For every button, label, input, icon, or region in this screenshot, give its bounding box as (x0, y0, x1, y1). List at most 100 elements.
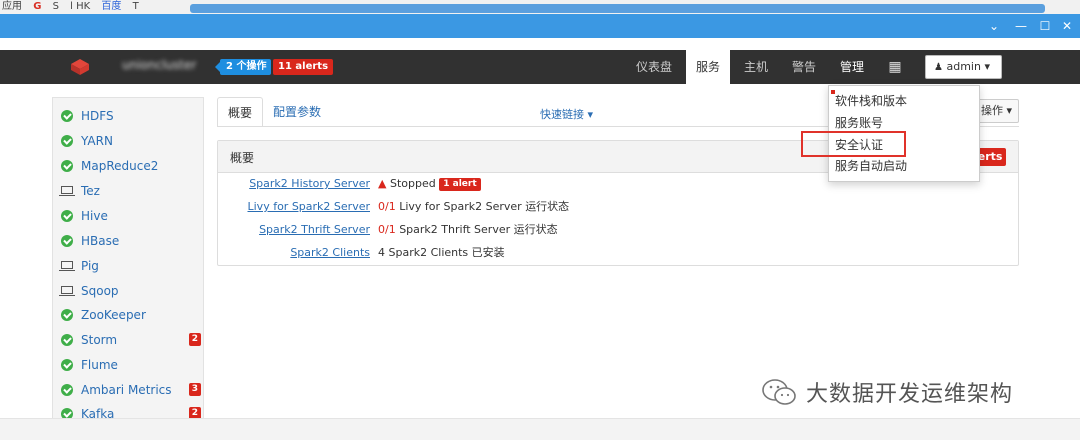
alert-count-badge[interactable]: 3 (188, 383, 201, 396)
apps-grid-icon[interactable]: ▦ (882, 50, 908, 84)
status-ok-icon (61, 384, 73, 396)
status-ok-icon (61, 359, 73, 371)
menu-item-stack-versions[interactable]: 软件栈和版本 (835, 91, 975, 111)
component-link[interactable]: Spark2 Thrift Server (259, 222, 370, 238)
quick-links-label: 快速链接 (540, 108, 584, 121)
sidebar-item-yarn[interactable]: YARN (53, 131, 203, 153)
component-link[interactable]: Spark2 History Server (249, 176, 370, 192)
address-bar[interactable] (190, 4, 1045, 13)
menu-item-service-auto-start[interactable]: 服务自动启动 (835, 156, 975, 176)
bookmarks-bar: 应用 G S l HK 百度 T (0, 0, 1080, 14)
quick-links-dropdown[interactable]: 快速链接 ▾ (540, 106, 593, 122)
sidebar-item-tez[interactable]: Tez (53, 181, 203, 203)
nav-services[interactable]: 服务 (686, 50, 730, 84)
sidebar-item-ambari-metrics[interactable]: Ambari Metrics 3 (53, 380, 203, 402)
maximize-icon[interactable]: ☐ (1036, 17, 1054, 35)
service-name: MapReduce2 (81, 159, 159, 173)
component-status: ▲ Stopped 1 alert (378, 176, 481, 192)
running-count: 0/1 (378, 200, 396, 213)
sidebar-item-zookeeper[interactable]: ZooKeeper (53, 305, 203, 327)
minimize-icon[interactable]: — (1012, 17, 1030, 35)
user-label: admin (946, 60, 981, 73)
close-icon[interactable]: ✕ (1058, 17, 1076, 35)
service-name: HDFS (81, 109, 114, 123)
footer-strip (0, 418, 1080, 440)
laptop-icon (59, 261, 75, 271)
service-name: Tez (81, 184, 100, 198)
bookmark-google-icon[interactable]: G (33, 1, 41, 12)
user-menu-button[interactable]: ♟ admin ▾ (925, 55, 1002, 79)
component-link[interactable]: Spark2 Clients (290, 245, 370, 261)
laptop-icon (59, 186, 75, 196)
sidebar-item-hive[interactable]: Hive (53, 206, 203, 228)
status-text: Spark2 Thrift Server 运行状态 (399, 223, 558, 236)
sidebar-item-hdfs[interactable]: HDFS (53, 106, 203, 128)
sidebar-item-storm[interactable]: Storm 2 (53, 330, 203, 352)
highlight-annotation (801, 131, 906, 157)
menu-item-service-accounts[interactable]: 服务账号 (835, 113, 975, 133)
watermark: 大数据开发运维架构 (760, 374, 1013, 410)
bookmark-item[interactable]: l HK (70, 1, 90, 12)
service-name: Hive (81, 209, 108, 223)
caret-down-icon: ▾ (1006, 104, 1012, 117)
service-name: Flume (81, 358, 118, 372)
spacer (0, 38, 1080, 50)
component-status: 0/1 Spark2 Thrift Server 运行状态 (378, 222, 558, 238)
bookmark-item[interactable]: T (133, 1, 139, 12)
sidebar-item-flume[interactable]: Flume (53, 355, 203, 377)
bookmark-baidu[interactable]: 百度 (101, 1, 121, 12)
status-ok-icon (61, 135, 73, 147)
ambari-logo-icon[interactable] (70, 58, 90, 76)
watermark-text: 大数据开发运维架构 (806, 382, 1014, 407)
service-name: Ambari Metrics (81, 383, 172, 397)
warning-icon: ▲ (378, 177, 387, 190)
cluster-name[interactable]: unioncluster (122, 58, 212, 72)
component-row: Spark2 Clients 4 Spark2 Clients 已安装 (218, 245, 1018, 261)
status-text: Livy for Spark2 Server 运行状态 (399, 200, 570, 213)
tab-configs[interactable]: 配置参数 (273, 97, 321, 127)
service-name: Pig (81, 259, 99, 273)
service-name: HBase (81, 234, 120, 248)
component-link[interactable]: Livy for Spark2 Server (248, 199, 371, 215)
alert-count-badge[interactable]: 2 (188, 333, 201, 346)
user-icon: ♟ (934, 62, 943, 73)
sidebar-item-hbase[interactable]: HBase (53, 231, 203, 253)
component-alert-badge[interactable]: 1 alert (439, 178, 481, 191)
laptop-icon (59, 286, 75, 296)
bookmark-apps[interactable]: 应用 (2, 1, 22, 12)
actions-label: 操作 (980, 104, 1003, 117)
caret-down-icon: ▾ (984, 60, 990, 73)
sidebar-item-pig[interactable]: Pig (53, 256, 203, 278)
tab-summary[interactable]: 概要 (217, 97, 263, 127)
running-count: 0/1 (378, 223, 396, 236)
service-name: ZooKeeper (81, 308, 146, 322)
service-name: YARN (81, 134, 113, 148)
nav-hosts[interactable]: 主机 (736, 50, 776, 84)
nav-admin[interactable]: 管理 (830, 50, 874, 84)
status-ok-icon (61, 309, 73, 321)
alerts-count-badge[interactable]: 11 alerts (273, 59, 334, 75)
background-ops-badge[interactable]: 2 个操作 (214, 59, 272, 75)
service-name: Sqoop (81, 284, 119, 298)
wechat-icon (762, 379, 796, 405)
component-status: 0/1 Livy for Spark2 Server 运行状态 (378, 199, 569, 215)
panel-title: 概要 (230, 151, 255, 165)
status-ok-icon (61, 110, 73, 122)
status-ok-icon (61, 160, 73, 172)
nav-dashboard[interactable]: 仪表盘 (628, 50, 680, 84)
chevron-down-icon[interactable]: ⌄ (985, 17, 1003, 35)
status-ok-icon (61, 334, 73, 346)
sidebar-item-mapreduce2[interactable]: MapReduce2 (53, 156, 203, 178)
sidebar-item-sqoop[interactable]: Sqoop (53, 281, 203, 303)
component-row: Livy for Spark2 Server 0/1 Livy for Spar… (218, 199, 1018, 215)
window-titlebar: ⌄ — ☐ ✕ (0, 14, 1080, 38)
nav-alerts[interactable]: 警告 (784, 50, 824, 84)
component-status: 4 Spark2 Clients 已安装 (378, 245, 505, 261)
stopped-label: Stopped (389, 177, 436, 190)
component-row: Spark2 Thrift Server 0/1 Spark2 Thrift S… (218, 222, 1018, 238)
top-navbar: unioncluster 2 个操作 11 alerts 仪表盘 服务 主机 警… (0, 50, 1080, 84)
status-ok-icon (61, 210, 73, 222)
status-text: 4 Spark2 Clients 已安装 (378, 246, 505, 259)
status-ok-icon (61, 235, 73, 247)
bookmark-item[interactable]: S (53, 1, 59, 12)
